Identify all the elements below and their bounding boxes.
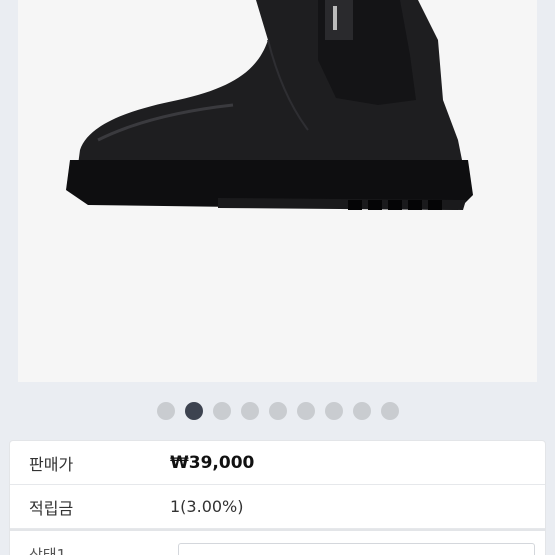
carousel-pagination <box>0 400 555 422</box>
carousel-dot[interactable] <box>352 402 371 420</box>
points-row: 적립금 1(3.00%) <box>10 485 545 529</box>
option-label: 상태1 <box>29 546 67 555</box>
points-label: 적립금 <box>29 498 74 518</box>
price-label: 판매가 <box>29 454 74 474</box>
product-image-panel[interactable] <box>18 0 537 382</box>
product-info-table: 판매가 ₩39,000 적립금 1(3.00%) <box>9 440 546 530</box>
carousel-dot[interactable] <box>184 402 203 420</box>
points-value: 1(3.00%) <box>170 497 244 516</box>
carousel-dot[interactable] <box>380 402 399 420</box>
price-value: ₩39,000 <box>170 452 255 473</box>
option-select[interactable] <box>178 543 535 555</box>
price-row: 판매가 ₩39,000 <box>10 441 545 485</box>
carousel-dot[interactable] <box>212 402 231 420</box>
product-image-black-chelsea-boot <box>18 0 537 382</box>
carousel-dot[interactable] <box>240 402 259 420</box>
carousel-dot[interactable] <box>268 402 287 420</box>
product-detail-page: 판매가 ₩39,000 적립금 1(3.00%) 상태1 <box>0 0 555 555</box>
carousel-dot[interactable] <box>324 402 343 420</box>
carousel-dot[interactable] <box>156 402 175 420</box>
carousel-dot[interactable] <box>296 402 315 420</box>
option-row: 상태1 <box>9 530 546 555</box>
